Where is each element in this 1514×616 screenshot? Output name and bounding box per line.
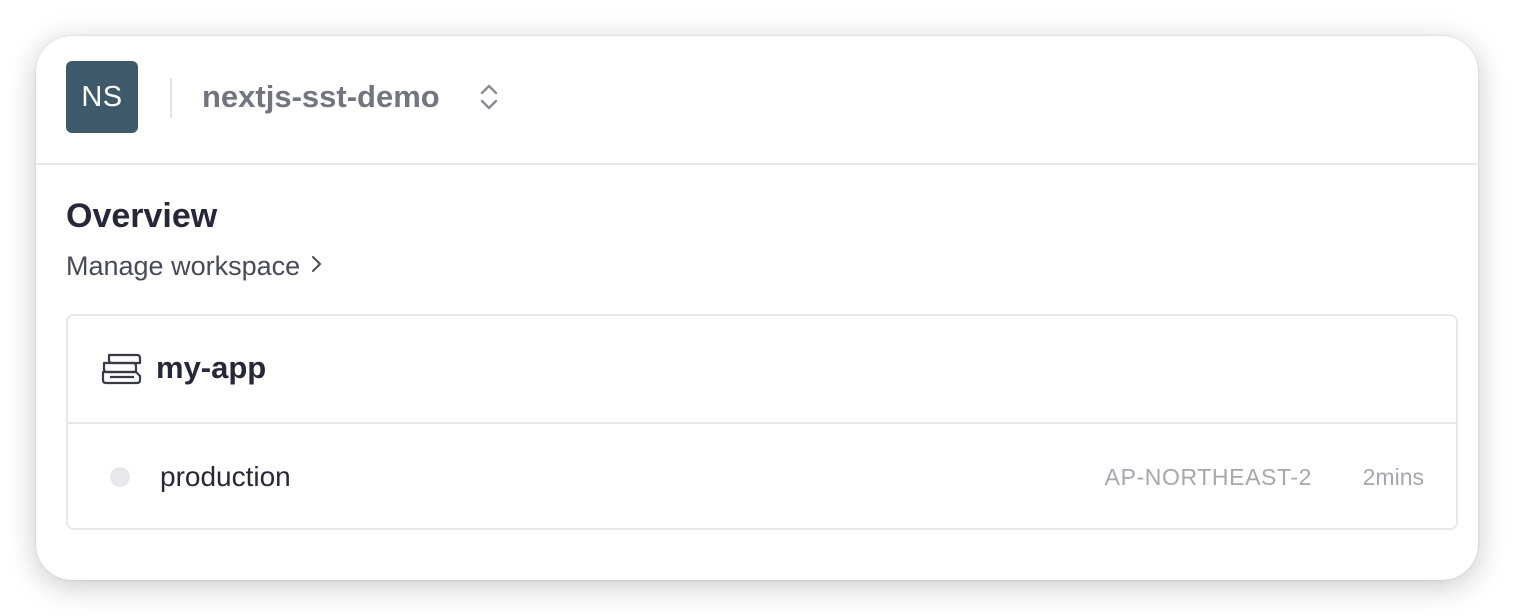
chevron-right-icon <box>310 250 324 282</box>
manage-workspace-link[interactable]: Manage workspace <box>66 250 324 282</box>
workspace-initials: NS <box>81 80 123 113</box>
app-name[interactable]: my-app <box>156 350 266 386</box>
workspace-header: NS nextjs-sst-demo <box>36 36 1478 165</box>
workspace-avatar[interactable]: NS <box>66 61 138 133</box>
stage-status-dot <box>110 467 130 487</box>
app-window: NS nextjs-sst-demo Overview Manage works… <box>36 36 1478 580</box>
app-card-header[interactable]: my-app <box>68 316 1456 424</box>
chevron-up-down-icon[interactable] <box>478 80 500 114</box>
app-stack-icon <box>100 352 142 386</box>
header-divider <box>170 78 172 118</box>
app-card: my-app production AP-NORTHEAST-2 2mins <box>66 314 1458 530</box>
page-title: Overview <box>66 197 218 235</box>
stage-name[interactable]: production <box>160 460 291 494</box>
workspace-name[interactable]: nextjs-sst-demo <box>202 79 440 115</box>
manage-workspace-label: Manage workspace <box>66 251 301 281</box>
stage-region: AP-NORTHEAST-2 <box>1104 464 1312 490</box>
stage-updated-time: 2mins <box>1362 464 1424 490</box>
stage-row-production[interactable]: production AP-NORTHEAST-2 2mins <box>68 424 1456 530</box>
